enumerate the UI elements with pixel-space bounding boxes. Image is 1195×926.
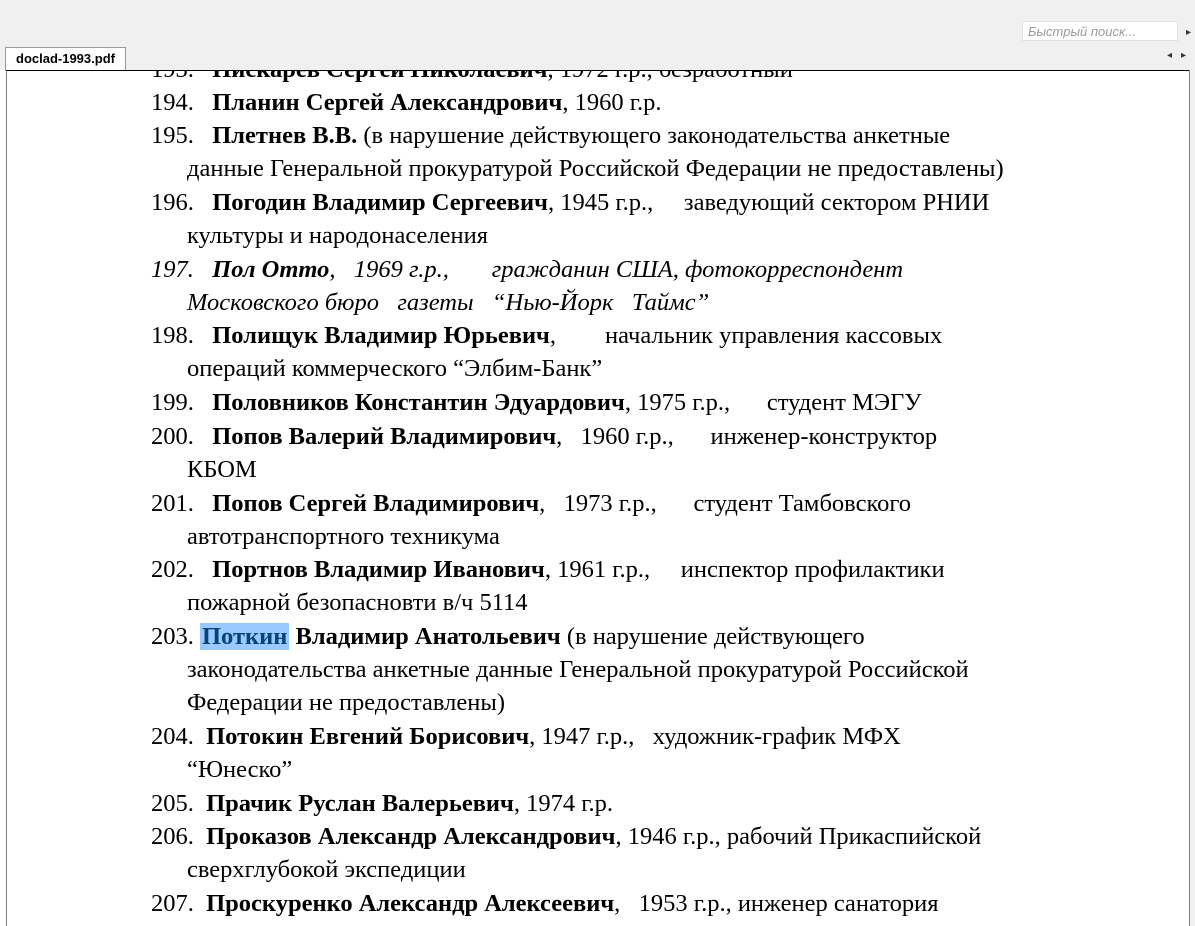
list-item: 197. Пол Отто, 1969 г.р., гражданин США,… [151, 255, 903, 285]
tab-scroll-controls: ◂ ▸ [1167, 48, 1195, 66]
entry-number: 200. [151, 423, 194, 450]
entry-name: Плетнев В.В. [212, 122, 358, 149]
entry-number: 203. [151, 623, 194, 650]
entry-details: , 1945 г.р., заведующий сектором РНИИ [547, 189, 990, 216]
list-item: 193. Пискарев Сергей Николаевич, 1972 г.… [151, 71, 793, 85]
tab-strip: doclad-1993.pdf ◂ ▸ [0, 44, 1195, 71]
list-item-continuation: сверхглубокой экспедиции [187, 856, 466, 883]
list-item: 203. Поткин Владимир Анатольевич (в нару… [151, 622, 865, 652]
entry-details: , 1974 г.р. [513, 790, 614, 817]
tab-doclad-1993-pdf[interactable]: doclad-1993.pdf [5, 47, 126, 71]
entry-name: Портнов Владимир Иванович [212, 556, 545, 583]
list-item: 204. Потокин Евгений Борисович, 1947 г.р… [151, 722, 901, 752]
list-item: 194. Планин Сергей Александрович, 1960 г… [151, 88, 662, 118]
entry-details: , 1947 г.р., художник-график МФХ [529, 723, 901, 750]
list-item-continuation: операций коммерческого “Элбим-Банк” [187, 355, 603, 382]
entry-name: Проказов Александр Александрович [206, 823, 616, 850]
list-item: 198. Полищук Владимир Юрьевич, начальник… [151, 321, 942, 351]
entry-name: Планин Сергей Александрович [212, 89, 563, 116]
entry-number: 206. [151, 823, 194, 850]
entry-number: 199. [151, 389, 194, 416]
list-item-continuation: автотранспортного техникума [187, 523, 500, 550]
entry-details: , 1972 г.р., безработный [548, 71, 793, 83]
entry-name: Полищук Владимир Юрьевич [212, 322, 550, 349]
entry-details: , 1969 г.р., гражданин США, фотокорреспо… [329, 256, 904, 283]
entry-name: Половников Константин Эдуардович [212, 389, 625, 416]
tab-scroll-left-icon[interactable]: ◂ [1167, 50, 1172, 61]
entry-number: 198. [151, 322, 194, 349]
entry-number: 201. [151, 490, 194, 517]
entry-number: 204. [151, 723, 194, 750]
entry-name: Прачик Руслан Валерьевич [206, 790, 514, 817]
list-item-continuation: КБОМ [187, 456, 257, 483]
entry-name: Попов Валерий Владимирович [212, 423, 557, 450]
list-item: 207. Проскуренко Александр Алексеевич, 1… [151, 889, 939, 919]
list-item-continuation: “Юнеско” [187, 756, 293, 783]
entry-details: (в нарушение действующего [560, 623, 865, 650]
entry-details: , начальник управления кассовых [549, 322, 943, 349]
toolbar-scroll-right-icon[interactable]: ▸ [1186, 27, 1191, 38]
entry-details: , 1946 г.р., рабочий Прикаспийской [615, 823, 982, 850]
list-item-continuation: культуры и народонаселения [187, 222, 489, 249]
entry-number: 197. [151, 256, 194, 283]
entry-name: Пол Отто [212, 256, 330, 283]
entry-name: Потокин Евгений Борисович [206, 723, 530, 750]
quick-search-field[interactable] [1022, 21, 1178, 41]
entry-details: , 1960 г.р., инженер-конструктор [556, 423, 938, 450]
entry-details: , 1975 г.р., студент МЭГУ [624, 389, 922, 416]
entry-number: 207. [151, 890, 194, 917]
list-item-continuation: пожарной безопасновти в/ч 5114 [187, 589, 528, 616]
entry-name: Погодин Владимир Сергеевич [212, 189, 548, 216]
tab-label: doclad-1993.pdf [16, 51, 115, 66]
entry-name: Проскуренко Александр Алексеевич [206, 890, 615, 917]
pdf-page-view[interactable]: 193. Пискарев Сергей Николаевич, 1972 г.… [6, 70, 1195, 926]
entry-name: Владимир Анатольевич [289, 623, 561, 650]
list-item: 201. Попов Сергей Владимирович, 1973 г.р… [151, 489, 911, 519]
search-hit-highlight[interactable]: Поткин [200, 623, 290, 650]
entry-name: Пискарев Сергей Николаевич [212, 71, 547, 83]
list-item: 206. Проказов Александр Александрович, 1… [151, 822, 981, 852]
entry-details: , 1961 г.р., инспектор профилактики [544, 556, 945, 583]
entry-number: 195. [151, 122, 194, 149]
entry-details: , 1960 г.р. [562, 89, 662, 116]
list-item: 205. Прачик Руслан Валерьевич, 1974 г.р. [151, 789, 613, 819]
list-item-continuation: данные Генеральной прокуратурой Российск… [187, 155, 1004, 182]
entry-number: 196. [151, 189, 194, 216]
list-item-continuation: законодательства анкетные данные Генерал… [187, 656, 969, 683]
list-item: 195. Плетнев В.В. (в нарушение действующ… [151, 121, 950, 151]
entry-number: 194. [151, 89, 194, 116]
list-item: 200. Попов Валерий Владимирович, 1960 г.… [151, 422, 937, 452]
viewer-right-edge [1189, 70, 1195, 926]
entry-number: 193. [151, 71, 194, 83]
list-item: 202. Портнов Владимир Иванович, 1961 г.р… [151, 555, 945, 585]
list-item: 199. Половников Константин Эдуардович, 1… [151, 388, 922, 418]
tab-scroll-right-icon[interactable]: ▸ [1181, 50, 1186, 61]
quick-search-input[interactable] [1023, 22, 1177, 40]
toolbar: ▸ [0, 0, 1195, 44]
list-item-continuation: Федерации не предоставлены) [187, 689, 506, 716]
entry-number: 205. [151, 790, 194, 817]
list-item-continuation: Московского бюро газеты “Нью-Йорк Таймс” [187, 289, 710, 316]
entry-number: 202. [151, 556, 194, 583]
entry-details: (в нарушение действующего законодательст… [357, 122, 951, 149]
entry-details: , 1953 г.р., инженер санатория [614, 890, 939, 917]
entry-name: Попов Сергей Владимирович [212, 490, 540, 517]
entry-details: , 1973 г.р., студент Тамбовского [539, 490, 912, 517]
list-item: 196. Погодин Владимир Сергеевич, 1945 г.… [151, 188, 989, 218]
